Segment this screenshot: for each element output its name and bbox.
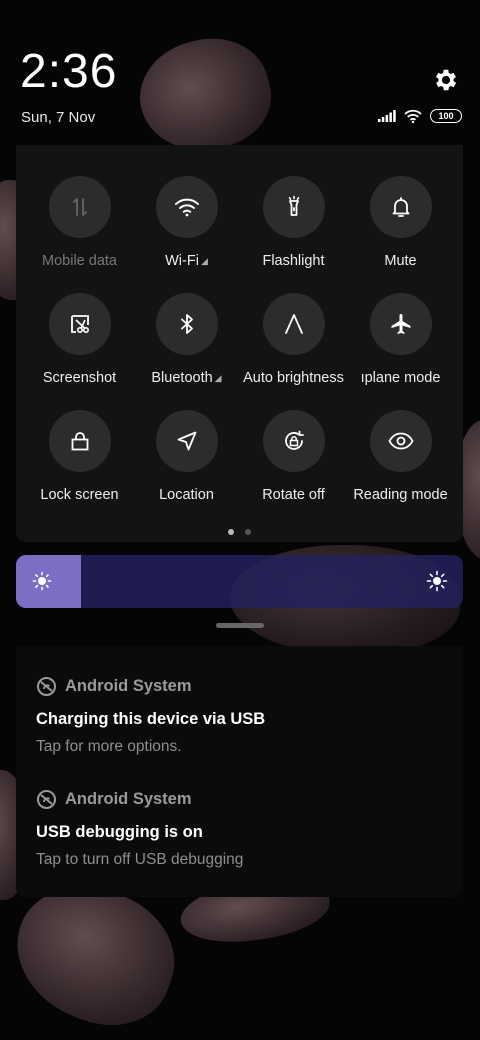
tile-wifi[interactable]: Wi-Fi ◢ bbox=[133, 176, 240, 269]
tile-flashlight-button[interactable] bbox=[262, 176, 325, 238]
tile-label: Reading mode bbox=[353, 487, 448, 503]
tile-wifi-button[interactable] bbox=[155, 176, 218, 238]
signal-icon bbox=[378, 110, 396, 122]
tile-location-button[interactable] bbox=[155, 410, 218, 472]
bell-icon bbox=[392, 197, 409, 217]
tile-label: Flashlight bbox=[262, 253, 325, 269]
settings-gear-icon[interactable] bbox=[432, 66, 460, 94]
tile-label: Wi-Fi bbox=[165, 253, 199, 269]
clock[interactable]: 2:36 bbox=[20, 48, 117, 96]
tile-screenshot-button[interactable] bbox=[48, 293, 111, 355]
tile-mobile-data-button[interactable] bbox=[48, 176, 111, 238]
tile-flashlight[interactable]: Flashlight bbox=[240, 176, 347, 269]
bluetooth-icon bbox=[180, 314, 193, 334]
tile-mute-button[interactable] bbox=[369, 176, 432, 238]
tile-bluetooth-button[interactable] bbox=[155, 293, 218, 355]
notification-usb-charging[interactable]: Android System Charging this device via … bbox=[36, 676, 446, 756]
tile-auto-brightness-button[interactable] bbox=[262, 293, 325, 355]
page-dot[interactable] bbox=[245, 529, 251, 535]
notification-panel: Android System Charging this device via … bbox=[16, 646, 463, 897]
tile-reading-mode[interactable]: Reading mode bbox=[347, 410, 454, 503]
quick-settings-panel: Mobile data Wi-Fi ◢ Flashlight Mute Scre… bbox=[16, 145, 463, 542]
tile-label: Screenshot bbox=[42, 370, 117, 386]
tile-label: Mobile data bbox=[42, 253, 117, 269]
tile-rotate-button[interactable] bbox=[262, 410, 325, 472]
page-dot-active[interactable] bbox=[228, 529, 234, 535]
expand-triangle-icon[interactable]: ◢ bbox=[215, 373, 222, 383]
notification-app-name: Android System bbox=[65, 790, 192, 808]
notification-app-name: Android System bbox=[65, 677, 192, 695]
tile-mute[interactable]: Mute bbox=[347, 176, 454, 269]
flashlight-icon bbox=[288, 195, 299, 216]
notification-title: USB debugging is on bbox=[36, 823, 203, 841]
android-system-icon bbox=[37, 790, 56, 809]
tile-rotate[interactable]: Rotate off bbox=[240, 410, 347, 503]
tile-airplane-mode[interactable]: ıplane mode bbox=[347, 293, 454, 386]
tile-bluetooth[interactable]: Bluetooth ◢ bbox=[133, 293, 240, 386]
tile-screenshot[interactable]: Screenshot bbox=[26, 293, 133, 386]
tile-label: ıplane mode bbox=[360, 370, 441, 386]
wifi-icon bbox=[174, 198, 199, 217]
panel-drag-handle[interactable] bbox=[216, 623, 264, 628]
tile-label: Auto brightness bbox=[243, 370, 344, 386]
tile-label: Rotate off bbox=[262, 487, 325, 503]
tile-auto-brightness[interactable]: Auto brightness bbox=[240, 293, 347, 386]
tile-label: Mute bbox=[384, 253, 417, 269]
tile-lock-screen[interactable]: Lock screen bbox=[26, 410, 133, 503]
battery-indicator: 100 bbox=[430, 109, 462, 123]
android-system-icon bbox=[37, 677, 56, 696]
status-icons: 100 bbox=[378, 109, 462, 123]
brightness-slider[interactable] bbox=[16, 555, 463, 608]
lock-icon bbox=[71, 432, 88, 451]
tile-lock-screen-button[interactable] bbox=[48, 410, 111, 472]
tile-label: Lock screen bbox=[40, 487, 119, 503]
screenshot-icon bbox=[70, 315, 89, 334]
wifi-status-icon bbox=[404, 109, 422, 123]
notification-text: Tap to turn off USB debugging bbox=[36, 851, 244, 868]
notification-usb-debugging[interactable]: Android System USB debugging is on Tap t… bbox=[36, 789, 446, 869]
rotate-icon bbox=[284, 430, 304, 450]
auto-brightness-icon bbox=[284, 314, 303, 334]
notification-text: Tap for more options. bbox=[36, 738, 182, 755]
airplane-icon bbox=[391, 314, 410, 334]
tile-mobile-data[interactable]: Mobile data bbox=[26, 176, 133, 269]
tile-location[interactable]: Location bbox=[133, 410, 240, 503]
battery-level: 100 bbox=[438, 110, 454, 121]
tile-label: Location bbox=[159, 487, 214, 503]
location-icon bbox=[177, 431, 196, 451]
brightness-high-icon bbox=[426, 570, 448, 592]
brightness-low-icon bbox=[32, 571, 52, 591]
tile-label: Bluetooth bbox=[151, 370, 213, 386]
page-indicator bbox=[16, 529, 463, 535]
expand-triangle-icon[interactable]: ◢ bbox=[201, 256, 208, 266]
date[interactable]: Sun, 7 Nov bbox=[21, 109, 95, 126]
tile-airplane-mode-button[interactable] bbox=[369, 293, 432, 355]
tile-reading-mode-button[interactable] bbox=[369, 410, 432, 472]
notification-title: Charging this device via USB bbox=[36, 710, 266, 728]
eye-icon bbox=[387, 432, 414, 450]
mobile-data-icon bbox=[72, 198, 87, 216]
